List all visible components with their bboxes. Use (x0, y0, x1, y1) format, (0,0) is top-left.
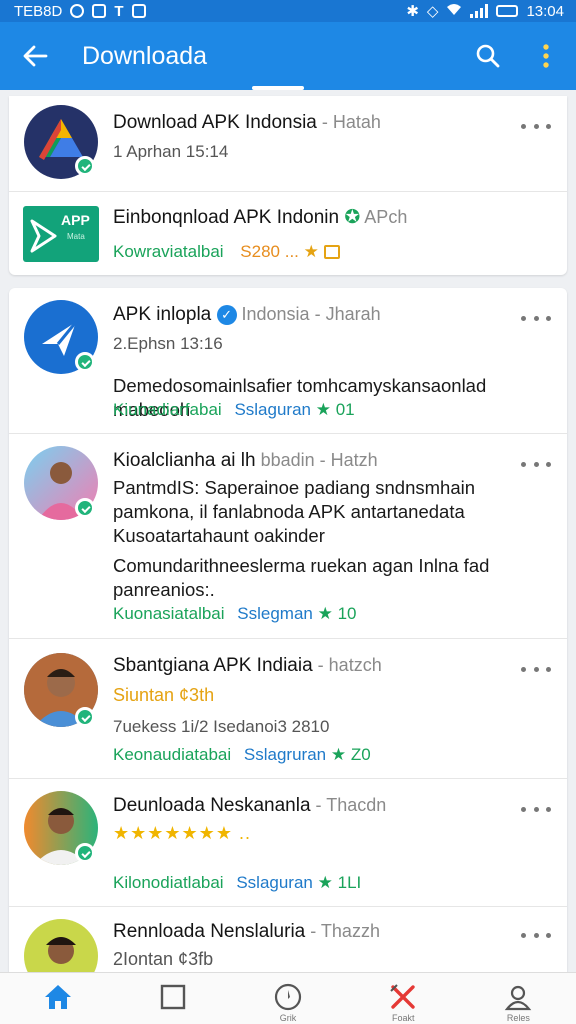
more-options-button[interactable] (521, 308, 551, 328)
verified-icon: ✓ (216, 305, 237, 325)
item-title: Kioalclianha ai lh bbadin - Hatzh (113, 450, 378, 471)
nav-tools[interactable]: Foakt (346, 973, 461, 1024)
online-badge-icon (75, 352, 95, 372)
app-logo: APP Mata (23, 206, 99, 262)
downloads-card: Download APK Indonsia - Hatah 1 Aprhan 1… (9, 96, 567, 275)
online-badge-icon (75, 156, 95, 176)
bottom-navigation: Grik Foakt Reles (0, 972, 576, 1024)
avatar (24, 919, 98, 978)
item-footer: Kowraviatalbai S280 ... ★ (113, 242, 340, 262)
tools-icon (390, 984, 415, 1009)
status-bar: TEB8D T ✱ ◇ 13:04 (0, 0, 576, 22)
compass-icon (274, 983, 302, 1011)
online-badge-icon (75, 843, 95, 863)
notification-icon (70, 4, 85, 18)
page-title: Downloada (82, 41, 208, 70)
item-timestamp: 7uekess 1i/2 Isedanoi3 2810 (113, 717, 330, 736)
star-icon: ★ (317, 604, 333, 623)
list-item[interactable]: Rennloada Nenslaluria - Thazzh 2Iontan ¢… (9, 906, 567, 978)
battery-icon (496, 5, 519, 17)
nav-square[interactable] (115, 973, 230, 1024)
app-bar: Downloada (0, 22, 576, 90)
star-icon: ★ (330, 745, 347, 764)
nav-profile[interactable]: Reles (461, 973, 576, 1024)
badge-text: 2Iontan ¢3fb (113, 949, 214, 969)
feed-card: APK inlopla ✓ Indonsia - Jharah 2.Ephsn … (9, 288, 567, 978)
item-title: Einbonqnload APK Indonin ✪ APch (113, 207, 408, 228)
list-item[interactable]: Download APK Indonsia - Hatah 1 Aprhan 1… (9, 96, 567, 191)
more-vertical-icon (543, 44, 549, 68)
more-options-button[interactable] (521, 454, 551, 474)
more-options-button[interactable] (521, 659, 551, 679)
location-icon: ◇ (426, 3, 439, 20)
list-item[interactable]: Sbantgiana APK Indiaia - hatzch Siuntan … (9, 638, 567, 778)
badge-text: Siuntan ¢3th (113, 685, 215, 705)
tab-indicator (252, 86, 304, 90)
arrow-left-icon (23, 45, 48, 67)
nav-home[interactable] (0, 973, 115, 1024)
item-title: Rennloada Nenslaluria - Thazzh (113, 921, 380, 942)
profile-icon (505, 985, 532, 1011)
back-button[interactable] (0, 22, 70, 90)
star-rating: ★★★★★★★ .. (113, 823, 251, 843)
play-arrow-icon (30, 219, 57, 253)
search-button[interactable] (460, 22, 516, 90)
item-timestamp: 2.Ephsn 13:16 (113, 334, 223, 353)
gift-icon (323, 245, 340, 259)
item-title: Sbantgiana APK Indiaia - hatzch (113, 655, 382, 676)
item-footer: Keonaudiatabai Sslagruran ★ Z0 (113, 745, 371, 764)
item-footer: Kuonasiatalbai Sslegman ★ 10 (113, 604, 357, 623)
more-options-button[interactable] (521, 799, 551, 819)
notification-icon (92, 4, 107, 18)
online-badge-icon (75, 498, 95, 518)
notification-icon: T (114, 2, 124, 20)
post-text: Comundarithneeslerma ruekan agan Inlna f… (113, 555, 490, 600)
nav-explore[interactable]: Grik (230, 973, 345, 1024)
notification-icon (131, 4, 146, 18)
star-icon: ★ (317, 873, 333, 892)
star-icon: ★ (303, 242, 319, 261)
list-item[interactable]: Deunloada Neskananla - Thacdn ★★★★★★★ ..… (9, 778, 567, 906)
search-icon (476, 44, 500, 68)
more-options-button[interactable] (521, 116, 551, 136)
item-timestamp: 1 Aprhan 15:14 (113, 142, 229, 161)
status-left-text: TEB8D (14, 2, 63, 20)
list-item[interactable]: APP Mata Einbonqnload APK Indonin ✪ APch… (9, 191, 567, 275)
bluetooth-icon: ✱ (406, 3, 419, 20)
item-title: Deunloada Neskananla - Thacdn (113, 795, 387, 816)
home-icon (44, 985, 71, 1009)
wifi-icon (446, 2, 462, 20)
signal-icon (470, 4, 489, 18)
item-title: APK inlopla ✓ Indonsia - Jharah (113, 304, 381, 325)
item-footer: Kilonodiatlabai Sslaguran ★ 1LI (113, 873, 362, 892)
status-time: 13:04 (526, 2, 564, 20)
overflow-menu-button[interactable] (516, 22, 576, 90)
star-icon: ★ (315, 400, 331, 419)
list-item[interactable]: APK inlopla ✓ Indonsia - Jharah 2.Ephsn … (9, 288, 567, 433)
item-footer: Kiunadiarfabai Sslaguran ★ 01 (113, 400, 355, 419)
post-text: PantmdIS: Saperainoe padiang sndnsmhain … (113, 477, 476, 546)
person-photo (46, 937, 76, 964)
online-badge-icon (75, 707, 95, 727)
verified-star-icon: ✪ (339, 207, 361, 228)
square-icon (160, 984, 185, 1010)
item-title: Download APK Indonsia - Hatah (113, 112, 381, 133)
list-item[interactable]: Kioalclianha ai lh bbadin - Hatzh Pantmd… (9, 433, 567, 638)
more-options-button[interactable] (521, 925, 551, 945)
